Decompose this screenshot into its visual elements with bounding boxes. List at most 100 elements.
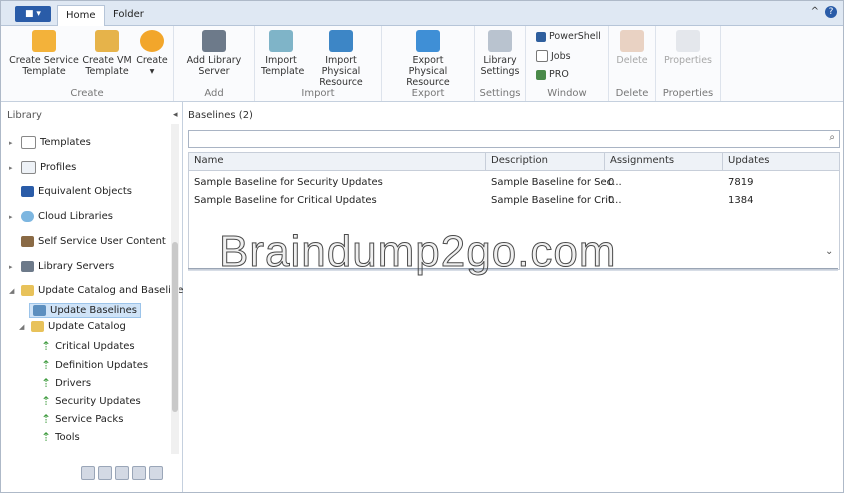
nav-update-catalog[interactable]: ◢ Update Catalog [19,321,126,332]
ribbon-group-export: Export Physical Resource Export [382,26,475,101]
nav-update-catalog-and-baselines[interactable]: ◢ Update Catalog and Baseline [9,285,183,296]
table-row[interactable]: Sample Baseline for Critical Updates Sam… [189,192,839,210]
cloud-icon [21,211,34,222]
nav-security-updates-label: Security Updates [55,395,141,407]
nav-cloud-libraries-label: Cloud Libraries [38,211,113,222]
nav-profiles-label: Profiles [40,162,77,173]
nav-tools-label: Tools [55,431,80,443]
nav-service-packs-label: Service Packs [55,413,124,425]
jobs-button[interactable]: Jobs [536,50,571,62]
column-header-name[interactable]: Name [194,155,224,166]
nav-drivers[interactable]: ⇡ Drivers [41,376,91,390]
nav-library-servers[interactable]: ▸ Library Servers [9,261,114,272]
expand-details-icon[interactable]: ⌄ [825,246,833,257]
collapse-arrow-icon[interactable]: ◢ [9,287,17,295]
pro-button[interactable]: PRO [536,69,569,80]
nav-definition-updates[interactable]: ⇡ Definition Updates [41,358,148,372]
properties-button[interactable]: Properties [662,30,714,66]
table-row[interactable]: Sample Baseline for Security Updates Sam… [189,174,839,192]
library-navigation-pane: Library ◂ ▸ Templates ▸ Profiles Equival… [1,102,183,492]
collapse-pane-icon[interactable]: ◂ [173,110,178,120]
powershell-label: PowerShell [549,31,601,42]
nav-update-catalog-and-baselines-label: Update Catalog and Baseline [38,285,184,296]
group-label-import: Import [301,88,335,99]
settings-workspace-icon[interactable] [149,466,163,480]
nav-critical-updates[interactable]: ⇡ Critical Updates [41,339,135,353]
create-vm-template-button[interactable]: Create VM Template [81,30,133,77]
view-title: Baselines (2) [188,110,253,121]
workspace-switcher [81,466,163,480]
collapse-arrow-icon[interactable]: ◢ [19,323,27,331]
nav-equivalent-objects[interactable]: Equivalent Objects [21,186,132,197]
search-icon[interactable]: ⌕ [829,132,835,143]
fabric-icon[interactable] [98,466,112,480]
create-service-template-button[interactable]: Create Service Template [9,30,79,77]
expand-arrow-icon[interactable]: ▸ [9,164,17,172]
baseline-icon [33,305,46,316]
nav-self-service-user-content[interactable]: Self Service User Content [21,236,166,247]
expand-arrow-icon[interactable]: ▸ [9,139,17,147]
expand-arrow-icon[interactable]: ▸ [9,263,17,271]
nav-drivers-label: Drivers [55,377,92,389]
ribbon-tab-bar: ■ ▾ Home Folder ^ ? [1,1,843,26]
tab-home[interactable]: Home [57,5,105,26]
cell-description: Sample Baseline for Sec... [491,177,622,188]
chevron-down-icon: ▾ [149,66,155,77]
nav-critical-updates-label: Critical Updates [55,340,135,352]
create-button[interactable]: Create ▾ [135,30,169,77]
column-header-assignments[interactable]: Assignments [610,155,674,166]
column-header-updates[interactable]: Updates [728,155,769,166]
update-catalog-icon [31,321,44,332]
jobs-icon [536,50,548,62]
export-physical-resource-button[interactable]: Export Physical Resource [392,30,464,88]
expand-arrow-icon[interactable]: ▸ [9,213,17,221]
jobs-workspace-icon[interactable] [132,466,146,480]
minimize-ribbon-icon[interactable]: ^ [811,6,819,18]
import-physical-resource-button[interactable]: Import Physical Resource [305,30,377,88]
update-arrow-icon: ⇡ [41,430,52,444]
nav-service-packs[interactable]: ⇡ Service Packs [41,412,123,426]
cell-name: Sample Baseline for Critical Updates [194,195,377,206]
nav-cloud-libraries[interactable]: ▸ Cloud Libraries [9,211,113,222]
tab-folder[interactable]: Folder [105,5,152,25]
group-label-settings: Settings [479,88,521,99]
library-icon[interactable] [115,466,129,480]
self-service-icon [21,236,34,247]
powershell-icon [536,31,546,42]
update-arrow-icon: ⇡ [41,376,52,390]
import-template-button[interactable]: Import Template [261,30,304,77]
nav-templates[interactable]: ▸ Templates [9,136,91,149]
cell-updates: 1384 [728,195,754,206]
nav-self-service-label: Self Service User Content [38,236,166,247]
scrollbar-thumb[interactable] [172,242,178,412]
powershell-button[interactable]: PowerShell [536,31,601,42]
help-icon[interactable]: ? [825,6,837,18]
jobs-label: Jobs [551,50,571,62]
add-library-server-button[interactable]: Add Library Server [184,30,244,77]
pane-title: Library [7,110,42,121]
watermark-text: Braindump2go.com [219,227,617,277]
group-label-window: Window [547,88,587,99]
column-header-description[interactable]: Description [491,155,548,166]
nav-definition-updates-label: Definition Updates [55,359,149,371]
update-arrow-icon: ⇡ [41,394,52,408]
nav-security-updates[interactable]: ⇡ Security Updates [41,394,141,408]
nav-update-baselines[interactable]: Update Baselines [29,303,142,318]
properties-label: Properties [663,55,712,66]
nav-tools[interactable]: ⇡ Tools [41,430,80,444]
application-menu-button[interactable]: ■ ▾ [15,6,51,22]
library-settings-icon [488,30,512,52]
vms-services-icon[interactable] [81,466,95,480]
nav-profiles[interactable]: ▸ Profiles [9,161,76,174]
create-vm-template-label: Create VM Template [82,55,132,77]
group-label-add: Add [204,88,224,99]
delete-button[interactable]: Delete [615,30,649,66]
update-arrow-icon: ⇡ [41,412,52,426]
group-label-export: Export [411,88,445,99]
import-arrow-icon [329,30,353,52]
search-input[interactable]: ⌕ [188,130,840,148]
cell-description: Sample Baseline for Crit... [491,195,622,206]
cell-updates: 7819 [728,177,754,188]
vm-template-icon [95,30,119,52]
library-settings-button[interactable]: Library Settings [479,30,521,77]
